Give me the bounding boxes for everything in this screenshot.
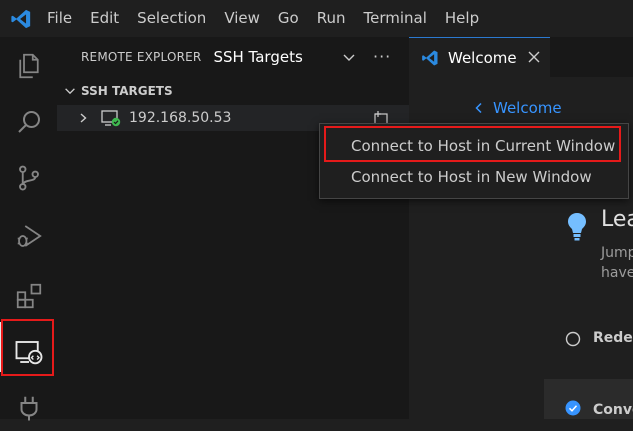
step-label[interactable]: Conve [593, 402, 633, 418]
editor-tab-bar: Welcome [409, 37, 633, 77]
host-context-menu: Connect to Host in Current Window Connec… [319, 123, 629, 199]
lightbulb-icon [568, 213, 586, 241]
menu-run[interactable]: Run [308, 0, 355, 37]
sidebar-title: REMOTE EXPLORER [81, 50, 202, 64]
search-icon[interactable] [0, 99, 57, 145]
menu-item-label: Connect to Host in New Window [351, 168, 592, 186]
back-link-label: Welcome [493, 99, 562, 117]
more-actions-icon[interactable]: ··· [373, 47, 391, 66]
source-control-icon[interactable] [0, 155, 57, 201]
back-to-welcome-link[interactable]: Welcome [473, 99, 562, 117]
menu-terminal[interactable]: Terminal [355, 0, 436, 37]
tab-label: Welcome [448, 48, 517, 67]
explorer-icon[interactable] [0, 43, 57, 89]
remote-explorer-sidebar: REMOTE EXPLORER SSH Targets ··· SSH TARG… [57, 37, 409, 419]
chevron-right-icon[interactable] [77, 112, 89, 124]
menu-selection[interactable]: Selection [128, 0, 215, 37]
step-label[interactable]: Redef [593, 330, 633, 346]
extensions-icon[interactable] [0, 273, 57, 319]
chevron-left-icon [475, 102, 482, 114]
vscode-logo-icon [11, 9, 31, 28]
chevron-down-icon[interactable] [341, 49, 357, 65]
walkthrough-description: Jump have [601, 243, 633, 283]
plug-icon[interactable] [0, 385, 57, 431]
menu-item-connect-new-window[interactable]: Connect to Host in New Window [320, 162, 628, 192]
menu-item-highlight [324, 126, 621, 162]
walkthrough-title: Lea [601, 207, 633, 232]
remote-host-icon [101, 109, 121, 127]
vscode-logo-icon [422, 50, 438, 65]
step-complete-icon[interactable] [565, 400, 581, 416]
host-label: 192.168.50.53 [129, 110, 232, 126]
target-type-select[interactable]: SSH Targets [213, 48, 302, 66]
close-icon[interactable] [527, 50, 541, 64]
description-line: have [601, 265, 633, 281]
run-debug-icon[interactable] [0, 213, 57, 259]
menu-help[interactable]: Help [436, 0, 488, 37]
remote-explorer-highlight [1, 319, 54, 376]
title-bar: File Edit Selection View Go Run Terminal Help [0, 0, 633, 37]
ssh-targets-section-header[interactable]: SSH TARGETS [57, 80, 409, 102]
menu-go[interactable]: Go [269, 0, 308, 37]
section-label: SSH TARGETS [81, 84, 173, 98]
chevron-down-icon [65, 88, 75, 95]
description-line: Jump [601, 245, 633, 261]
tab-welcome[interactable]: Welcome [409, 37, 550, 77]
menu-file[interactable]: File [38, 0, 81, 37]
step-incomplete-icon[interactable] [565, 331, 581, 347]
activity-bar [0, 37, 57, 421]
menu-edit[interactable]: Edit [81, 0, 128, 37]
menu-view[interactable]: View [215, 0, 269, 37]
